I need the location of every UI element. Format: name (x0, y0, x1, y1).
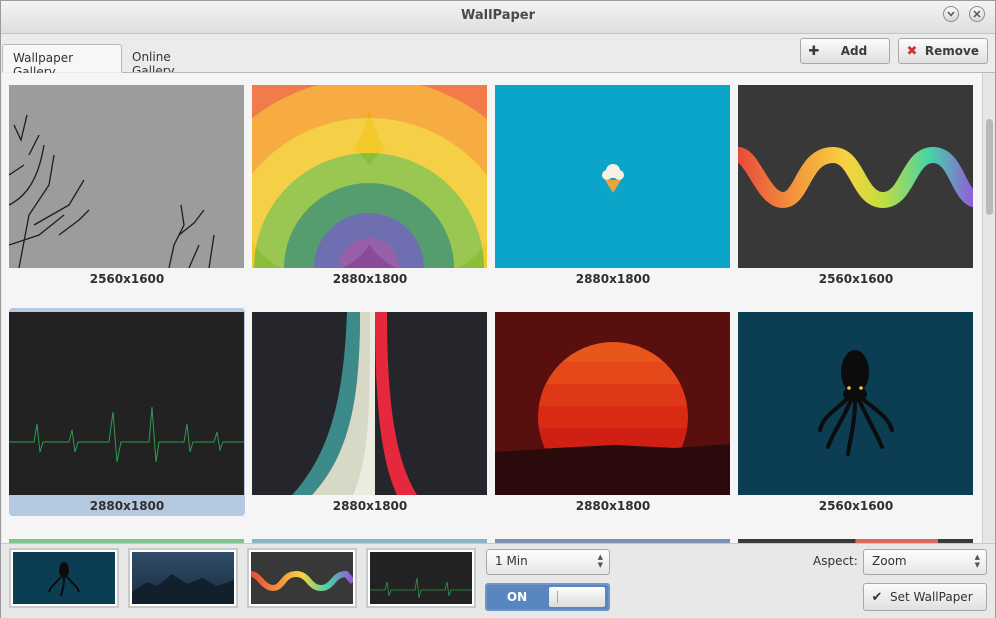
set-wallpaper-label: Set WallPaper (890, 590, 973, 604)
toggle-label: ON (506, 590, 528, 604)
tab-online-gallery[interactable]: Online Gallery (122, 44, 222, 78)
wallpaper-thumbnail-stripes (252, 312, 487, 495)
remove-button[interactable]: ✖ Remove (898, 38, 988, 64)
resolution-label: 2880x1800 (575, 272, 651, 286)
remove-button-label: Remove (924, 44, 979, 58)
close-icon (973, 10, 981, 18)
window-title: WallPaper (460, 8, 536, 23)
resolution-label: 2880x1800 (332, 272, 408, 286)
wallpaper-thumbnail-rainbow (252, 85, 487, 268)
chevron-down-icon (947, 11, 955, 17)
checkmark-icon: ✔ (871, 589, 883, 605)
wallpaper-thumbnail-tree (9, 85, 244, 268)
add-button-label: Add (840, 44, 868, 58)
gallery-item[interactable]: 2880x1800 (495, 308, 731, 516)
wallpaper-thumbnail-heartbeat (9, 312, 244, 495)
gallery-item[interactable]: 2880x1800 (252, 81, 488, 289)
close-button[interactable] (969, 6, 985, 22)
auto-change-toggle[interactable]: ON (485, 583, 610, 611)
wallpaper-thumbnail-sunset (495, 312, 730, 495)
resolution-label: 2880x1800 (332, 499, 408, 513)
interval-select[interactable]: 1 Min ▲ ▼ (486, 549, 610, 575)
wallpaper-gallery-grid: 2560x1600 2880x1800 2880x1800 2560x1600 … (2, 73, 982, 543)
queue-thumbnail-octopus[interactable] (9, 548, 119, 608)
resolution-label: 2880x1800 (89, 499, 165, 513)
gallery-item[interactable]: 2560x1600 (738, 81, 974, 289)
tab-wallpaper-gallery[interactable]: Wallpaper Gallery (2, 44, 122, 79)
spin-arrows-icon: ▲ ▼ (597, 553, 603, 569)
resolution-label: 2560x1600 (818, 499, 894, 513)
wallpaper-thumbnail-octopus (738, 312, 973, 495)
gallery-item[interactable]: 2880x1800 (495, 81, 731, 289)
queue-thumbnail-wave[interactable] (247, 548, 357, 608)
resolution-label: 2560x1600 (818, 272, 894, 286)
aspect-label: Aspect: (813, 554, 858, 568)
gallery-scrollbar[interactable] (982, 73, 995, 543)
toggle-knob[interactable] (549, 587, 605, 607)
wallpaper-window: WallPaper Wallpaper Gallery Online Galle… (0, 0, 996, 618)
wallpaper-thumbnail-wave (738, 85, 973, 268)
scrollbar-thumb[interactable] (986, 119, 993, 215)
add-button[interactable]: ✚ Add (800, 38, 890, 64)
queue-thumbnail-heartbeat[interactable] (366, 548, 476, 608)
title-bar: WallPaper (1, 1, 995, 34)
remove-icon: ✖ (906, 43, 918, 59)
gallery-item-selected[interactable]: 2880x1800 (9, 308, 245, 516)
gallery-item[interactable]: 2880x1800 (252, 308, 488, 516)
set-wallpaper-button[interactable]: ✔ Set WallPaper (863, 583, 987, 611)
gallery-item[interactable]: 2560x1600 (9, 81, 245, 289)
plus-icon: ✚ (808, 43, 820, 59)
aspect-value: Zoom (872, 554, 907, 568)
wallpaper-thumbnail-icecream (495, 85, 730, 268)
gallery-item[interactable]: 2560x1600 (738, 308, 974, 516)
queue-thumbnail-mountains[interactable] (128, 548, 238, 608)
interval-value: 1 Min (495, 554, 528, 568)
spin-arrows-icon: ▲ ▼ (974, 553, 980, 569)
resolution-label: 2880x1800 (575, 499, 651, 513)
minimize-button[interactable] (943, 6, 959, 22)
resolution-label: 2560x1600 (89, 272, 165, 286)
aspect-select[interactable]: Zoom ▲ ▼ (863, 549, 987, 575)
